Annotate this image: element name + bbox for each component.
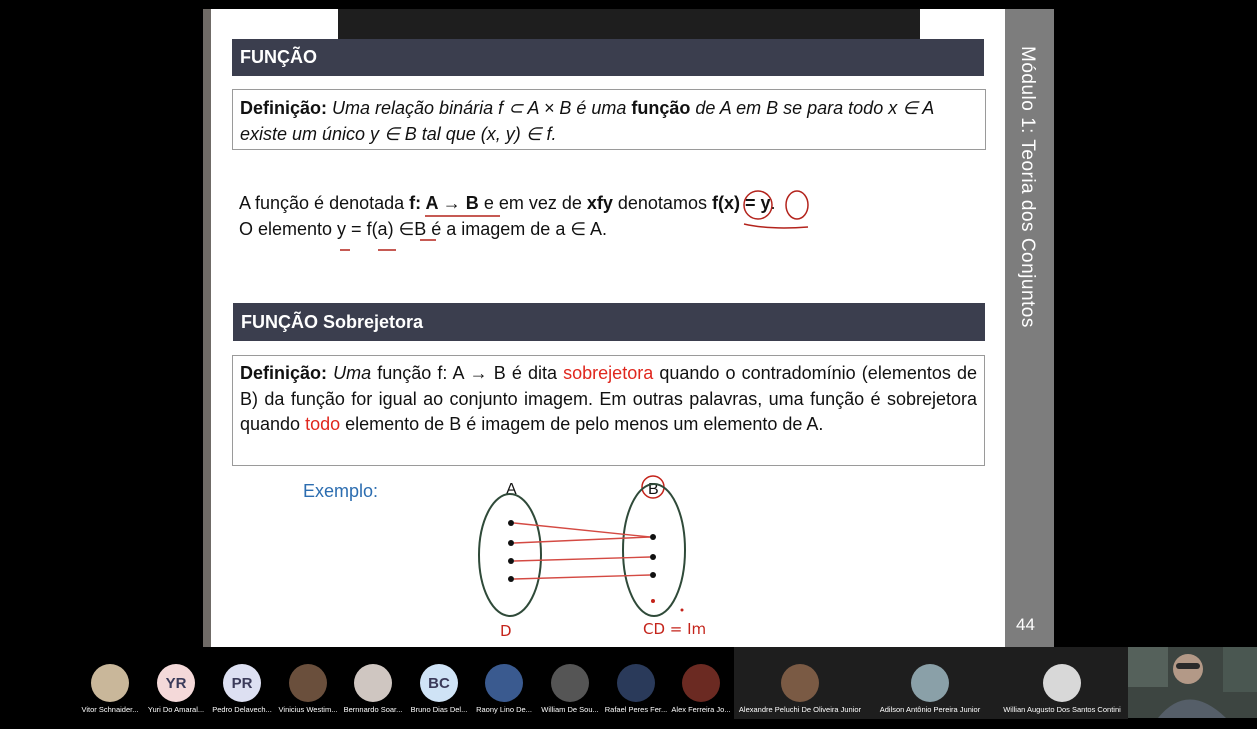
participant-avatar[interactable] (781, 664, 819, 702)
participant-name: Raony Lino De... (476, 705, 532, 714)
presenter-video[interactable] (1128, 647, 1257, 718)
participant-name: Rafael Peres Fer... (604, 705, 668, 714)
set-a-ellipse (478, 493, 542, 617)
participant-avatar[interactable] (911, 664, 949, 702)
highlight-sobrejetora: sobrejetora (563, 363, 654, 383)
set-b-ellipse (622, 483, 686, 617)
participant-name: Bruno Dias Del... (410, 705, 468, 714)
definition-emphasis: função (631, 98, 691, 118)
participant-avatar[interactable]: BC (420, 664, 458, 702)
slide-left-border (203, 9, 211, 647)
definition-box-funcao: Definição: Uma relação binária f ⊂ A × B… (232, 89, 986, 150)
page-number: 44 (1016, 615, 1035, 634)
definition-text: Uma relação binária f ⊂ A × B é uma (327, 98, 632, 118)
definition-text: elemento de B é imagem de pelo menos um … (340, 414, 824, 434)
module-title: Módulo 1: Teoria dos Conjuntos (1017, 46, 1038, 328)
handwritten-cd-im: CD = Im (643, 620, 706, 638)
example-label: Exemplo: (303, 481, 379, 501)
participant-avatar[interactable] (551, 664, 589, 702)
handwritten-annotations (340, 190, 809, 251)
participant-name: Bernnardo Soar... (343, 705, 403, 714)
surjective-function-diagram: A B D CD = Im (478, 475, 706, 640)
participant-avatar[interactable] (682, 664, 720, 702)
domain-points (508, 520, 514, 582)
definition-text: de A em B se para todo x ∈ A (690, 98, 935, 118)
codomain-points (650, 534, 656, 578)
participant-name: Vinicius Westim... (278, 705, 338, 714)
participant-name: Willian Augusto Dos Santos Contini (1003, 705, 1121, 714)
participant-avatar[interactable] (1043, 664, 1081, 702)
participant-avatar[interactable]: PR (223, 664, 261, 702)
participant-avatar[interactable] (91, 664, 129, 702)
mapping-arrows (513, 522, 651, 580)
participant-avatar[interactable] (354, 664, 392, 702)
participant-name: Yuri Do Amaral... (147, 705, 205, 714)
definition-label: Definição: (240, 98, 328, 118)
participant-name: Vitor Schnaider... (81, 705, 139, 714)
section-header-funcao: FUNÇÃO (232, 39, 984, 76)
definition-text: existe um único y ∈ B tal que (x, y) ∈ f… (240, 124, 557, 144)
participant-avatar[interactable] (485, 664, 523, 702)
handwritten-d: D (500, 622, 512, 640)
highlight-todo: todo (305, 414, 341, 434)
participant-name: Adilson Antônio Pereira Junior (879, 705, 981, 714)
definition-label: Definição: (240, 363, 328, 383)
participant-name: Alexandre Peluchi De Oliveira Junior (738, 705, 862, 714)
definition-text: função f: A → B é dita (371, 363, 564, 383)
participant-name: Alex Ferreira Jo... (671, 705, 731, 714)
participant-avatar[interactable] (289, 664, 327, 702)
participant-name: William De Sou... (541, 705, 599, 714)
definition-text: Uma (327, 363, 372, 383)
definition-box-sobrejetora: Definição: Uma função f: A → B é dita so… (232, 355, 985, 466)
participant-avatar[interactable]: YR (157, 664, 195, 702)
participant-avatar[interactable] (617, 664, 655, 702)
section-header-sobrejetora: FUNÇÃO Sobrejetora (233, 303, 985, 341)
participant-name: Pedro Delavech... (212, 705, 272, 714)
